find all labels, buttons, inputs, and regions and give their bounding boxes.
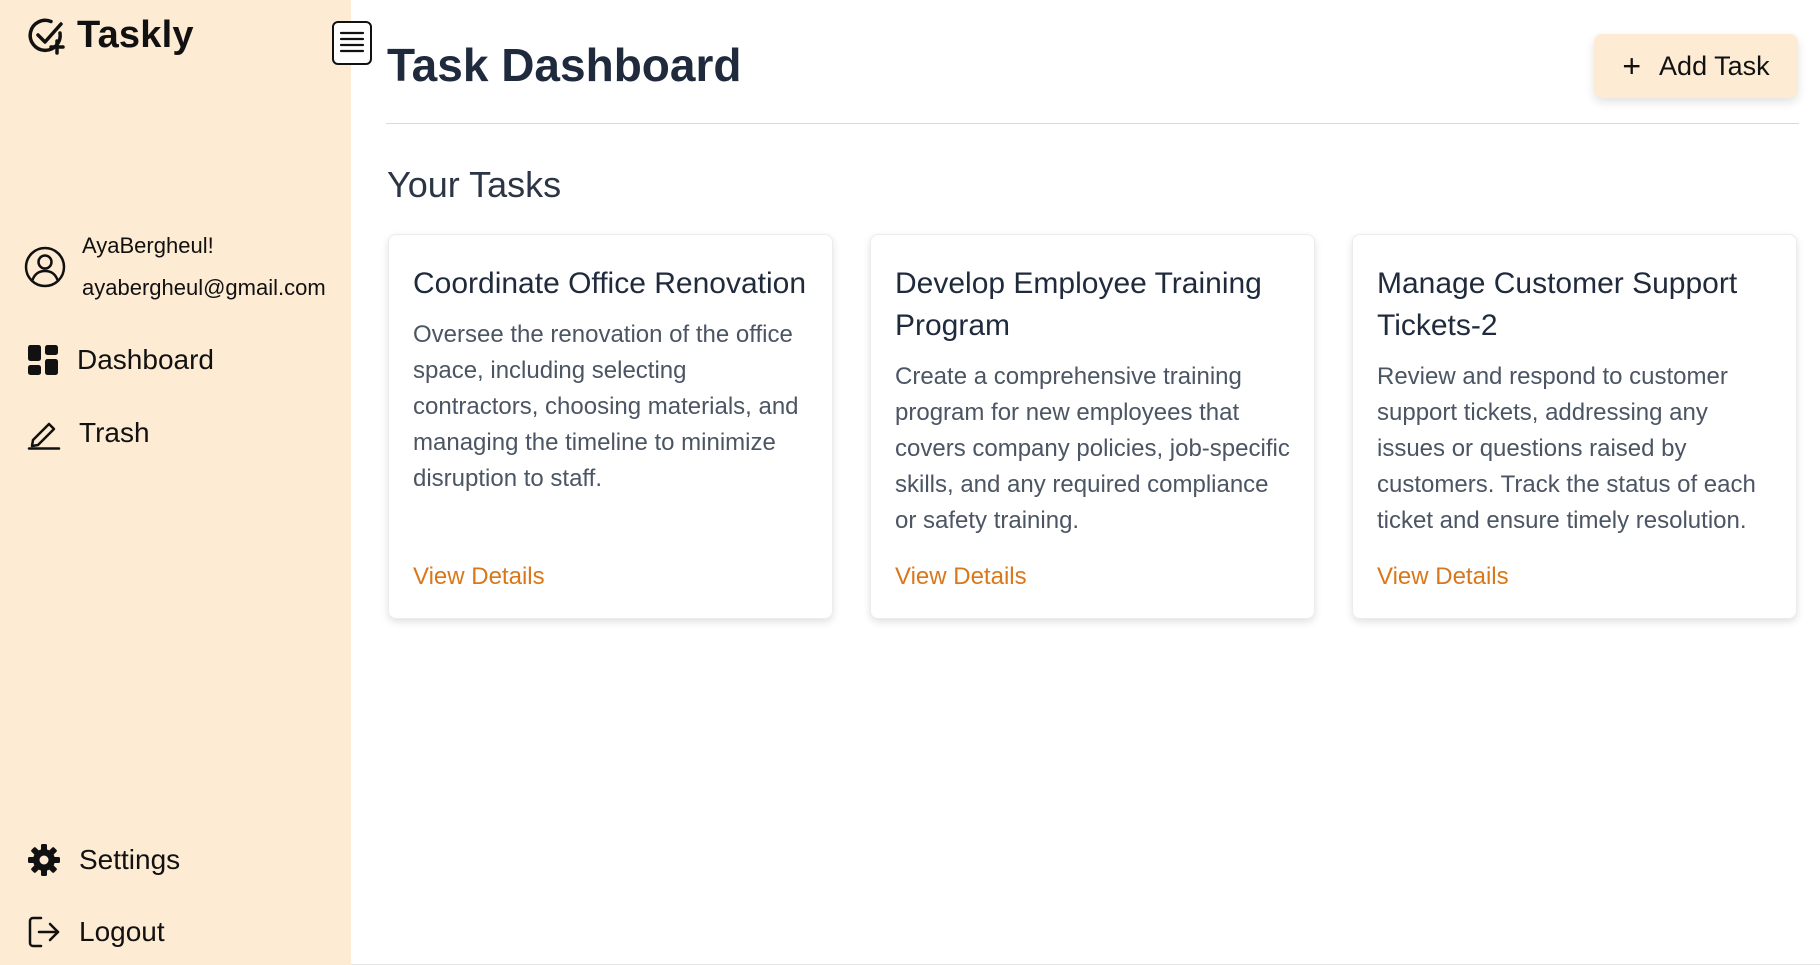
brand[interactable]: Taskly <box>27 14 194 57</box>
plus-icon: + <box>1622 48 1642 84</box>
menu-toggle-button[interactable] <box>332 21 372 65</box>
task-description: Create a comprehensive training program … <box>895 363 1290 534</box>
task-description: Review and respond to customer support t… <box>1377 363 1756 534</box>
menu-lines-icon <box>334 29 370 55</box>
task-title: Manage Customer Support Tickets-2 <box>1377 267 1738 342</box>
check-circle-plus-icon <box>27 16 67 56</box>
user-name: AyaBergheul! <box>82 233 214 258</box>
task-card: Manage Customer Support Tickets-2 Review… <box>1352 234 1797 619</box>
sidebar-item-dashboard[interactable]: Dashboard <box>27 344 214 376</box>
task-title: Develop Employee Training Program <box>895 267 1262 342</box>
section-title: Your Tasks <box>387 164 562 205</box>
view-details-link[interactable]: View Details <box>413 563 545 591</box>
grid-icon <box>27 344 59 376</box>
pen-icon <box>27 416 61 450</box>
sidebar-item-settings[interactable]: Settings <box>27 843 180 877</box>
gear-icon <box>27 843 61 877</box>
sidebar-item-label: Trash <box>79 417 150 448</box>
logout-icon <box>27 915 61 949</box>
sidebar-item-trash[interactable]: Trash <box>27 416 150 450</box>
task-description: Oversee the renovation of the office spa… <box>413 321 799 492</box>
task-card: Develop Employee Training Program Create… <box>870 234 1315 619</box>
sidebar-item-logout[interactable]: Logout <box>27 915 165 949</box>
user-profile: AyaBergheul! ayabergheul@gmail.com <box>24 232 326 302</box>
user-circle-icon <box>24 246 66 288</box>
view-details-link[interactable]: View Details <box>895 563 1027 591</box>
app-root: Taskly AyaBergheul! ayabergheul@gmail.co… <box>0 0 1820 965</box>
sidebar-item-label: Dashboard <box>77 344 214 375</box>
task-card: Coordinate Office Renovation Oversee the… <box>388 234 833 619</box>
page-title: Task Dashboard <box>387 39 742 91</box>
task-list: Coordinate Office Renovation Oversee the… <box>388 234 1797 619</box>
view-details-link[interactable]: View Details <box>1377 563 1509 591</box>
user-email: ayabergheul@gmail.com <box>82 275 326 300</box>
add-task-label: Add Task <box>1659 50 1770 81</box>
app-name: Taskly <box>77 14 194 56</box>
sidebar: Taskly AyaBergheul! ayabergheul@gmail.co… <box>0 0 351 965</box>
task-title: Coordinate Office Renovation <box>413 267 807 300</box>
add-task-button[interactable]: + Add Task <box>1594 34 1798 98</box>
sidebar-item-label: Logout <box>79 916 165 947</box>
sidebar-item-label: Settings <box>79 844 181 875</box>
header-divider <box>386 123 1799 124</box>
